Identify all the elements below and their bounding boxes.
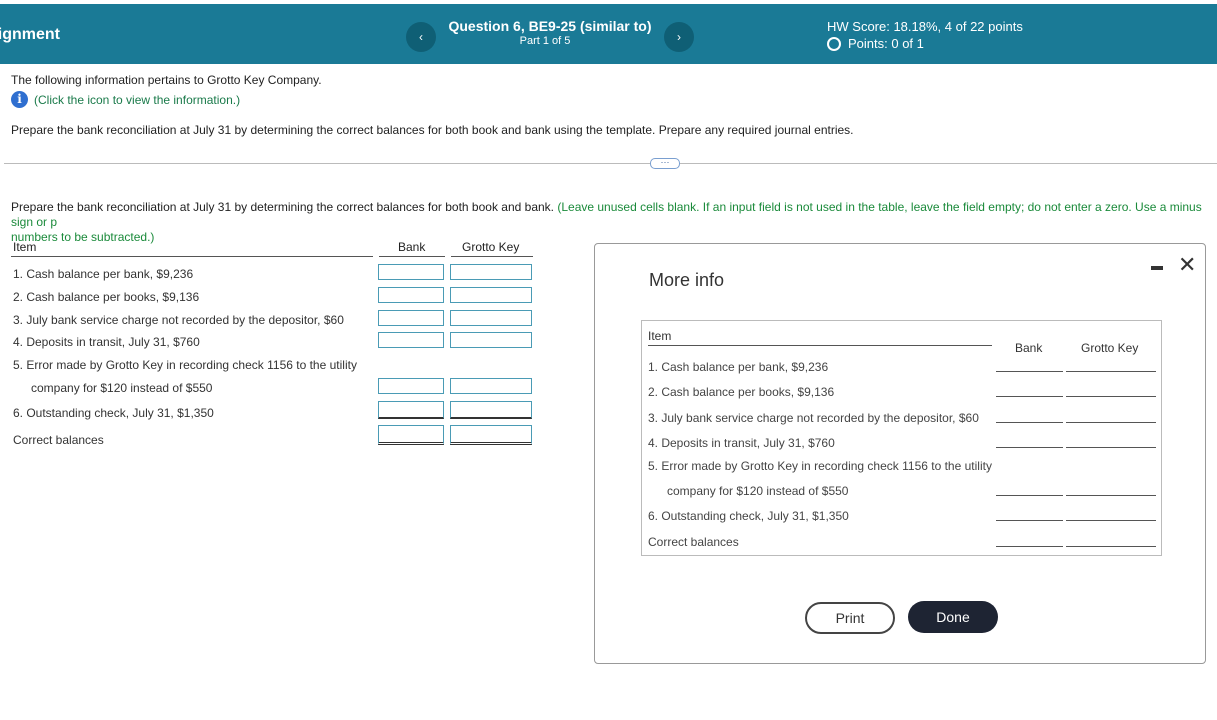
info-icon[interactable]: i xyxy=(11,91,28,108)
info-book-line xyxy=(1066,396,1156,397)
book-input-4[interactable] xyxy=(450,332,532,348)
info-header-book: Grotto Key xyxy=(1081,341,1139,355)
question-part: Part 1 of 5 xyxy=(519,35,571,47)
info-link[interactable]: i (Click the icon to view the informatio… xyxy=(11,91,240,108)
next-question-button[interactable]: › xyxy=(664,22,694,52)
info-row: 4. Deposits in transit, July 31, $760 xyxy=(648,436,835,450)
more-info-dialog: More info ✕ Item Bank Grotto Key 1. Cash… xyxy=(594,243,1206,664)
expand-more-button[interactable]: ⋯ xyxy=(650,158,680,169)
bank-input-1[interactable] xyxy=(378,264,444,280)
info-row: 6. Outstanding check, July 31, $1,350 xyxy=(648,509,849,523)
info-row: 1. Cash balance per bank, $9,236 xyxy=(648,360,829,374)
bank-input-4[interactable] xyxy=(378,332,444,348)
info-book-line xyxy=(1066,520,1156,521)
print-button[interactable]: Print xyxy=(805,602,895,634)
question-title: Question 6, BE9-25 (similar to) xyxy=(448,18,652,34)
company-text: The following information pertains to Gr… xyxy=(11,73,322,87)
header-underline xyxy=(451,256,533,257)
header-underline xyxy=(379,256,445,257)
done-button[interactable]: Done xyxy=(908,601,998,633)
book-correct-balance-input[interactable] xyxy=(450,425,532,445)
info-header-bank: Bank xyxy=(1015,341,1043,355)
book-input-3[interactable] xyxy=(450,310,532,326)
hw-score: HW Score: 18.18%, 4 of 22 points xyxy=(827,19,1023,34)
table-header-book: Grotto Key xyxy=(462,240,520,254)
close-icon[interactable]: ✕ xyxy=(1178,252,1196,278)
book-input-1[interactable] xyxy=(450,264,532,280)
table-row-label: 4. Deposits in transit, July 31, $760 xyxy=(13,335,200,349)
info-bank-line xyxy=(996,546,1063,547)
info-bank-line xyxy=(996,495,1063,496)
header-bar: Assignment ‹ Question 6, BE9-25 (similar… xyxy=(0,4,1217,64)
bank-input-6[interactable] xyxy=(378,401,444,419)
points-text: Points: 0 of 1 xyxy=(848,36,924,51)
bank-input-3[interactable] xyxy=(378,310,444,326)
points-display: Points: 0 of 1 xyxy=(827,36,924,51)
minimize-icon[interactable] xyxy=(1151,266,1163,270)
info-row: 5. Error made by Grotto Key in recording… xyxy=(648,459,992,473)
info-header-underline xyxy=(648,345,992,346)
info-header-item: Item xyxy=(648,329,672,343)
table-row-label: 6. Outstanding check, July 31, $1,350 xyxy=(13,406,214,420)
info-row: 3. July bank service charge not recorded… xyxy=(648,411,979,425)
info-bank-line xyxy=(996,447,1063,448)
circle-icon xyxy=(827,36,841,51)
chevron-left-icon: ‹ xyxy=(419,30,423,44)
info-bank-line xyxy=(996,422,1063,423)
info-link-text[interactable]: (Click the icon to view the information.… xyxy=(34,93,240,107)
book-input-5[interactable] xyxy=(450,378,532,394)
info-row: company for $120 instead of $550 xyxy=(667,484,849,498)
info-book-line xyxy=(1066,495,1156,496)
info-bank-line xyxy=(996,371,1063,372)
chevron-right-icon: › xyxy=(677,30,681,44)
table-row-label: 2. Cash balance per books, $9,136 xyxy=(13,290,200,304)
table-row-label: 1. Cash balance per bank, $9,236 xyxy=(13,267,194,281)
info-bank-line xyxy=(996,520,1063,521)
info-book-line xyxy=(1066,546,1156,547)
table-header-bank: Bank xyxy=(398,240,426,254)
prepare-text: Prepare the bank reconciliation at July … xyxy=(11,123,854,137)
info-book-line xyxy=(1066,447,1156,448)
dialog-title: More info xyxy=(649,270,725,290)
correct-balances-label: Correct balances xyxy=(13,433,104,447)
info-bank-line xyxy=(996,396,1063,397)
table-row-label: company for $120 instead of $550 xyxy=(31,381,213,395)
table-header-item: Item xyxy=(13,240,37,254)
info-book-line xyxy=(1066,422,1156,423)
table-row-label: 3. July bank service charge not recorded… xyxy=(13,313,344,327)
previous-question-button[interactable]: ‹ xyxy=(406,22,436,52)
book-input-6[interactable] xyxy=(450,401,532,419)
instructions: Prepare the bank reconciliation at July … xyxy=(11,200,1217,245)
divider xyxy=(4,163,1217,164)
bank-input-5[interactable] xyxy=(378,378,444,394)
assignment-title: Assignment xyxy=(0,26,60,43)
bank-input-2[interactable] xyxy=(378,287,444,303)
instructions-main: Prepare the bank reconciliation at July … xyxy=(11,200,554,214)
bank-correct-balance-input[interactable] xyxy=(378,425,444,445)
info-book-line xyxy=(1066,371,1156,372)
info-correct-balances: Correct balances xyxy=(648,535,739,549)
info-table: Item Bank Grotto Key 1. Cash balance per… xyxy=(641,320,1162,556)
info-row: 2. Cash balance per books, $9,136 xyxy=(648,385,835,399)
header-underline xyxy=(11,256,373,257)
book-input-2[interactable] xyxy=(450,287,532,303)
table-row-label: 5. Error made by Grotto Key in recording… xyxy=(13,358,357,372)
